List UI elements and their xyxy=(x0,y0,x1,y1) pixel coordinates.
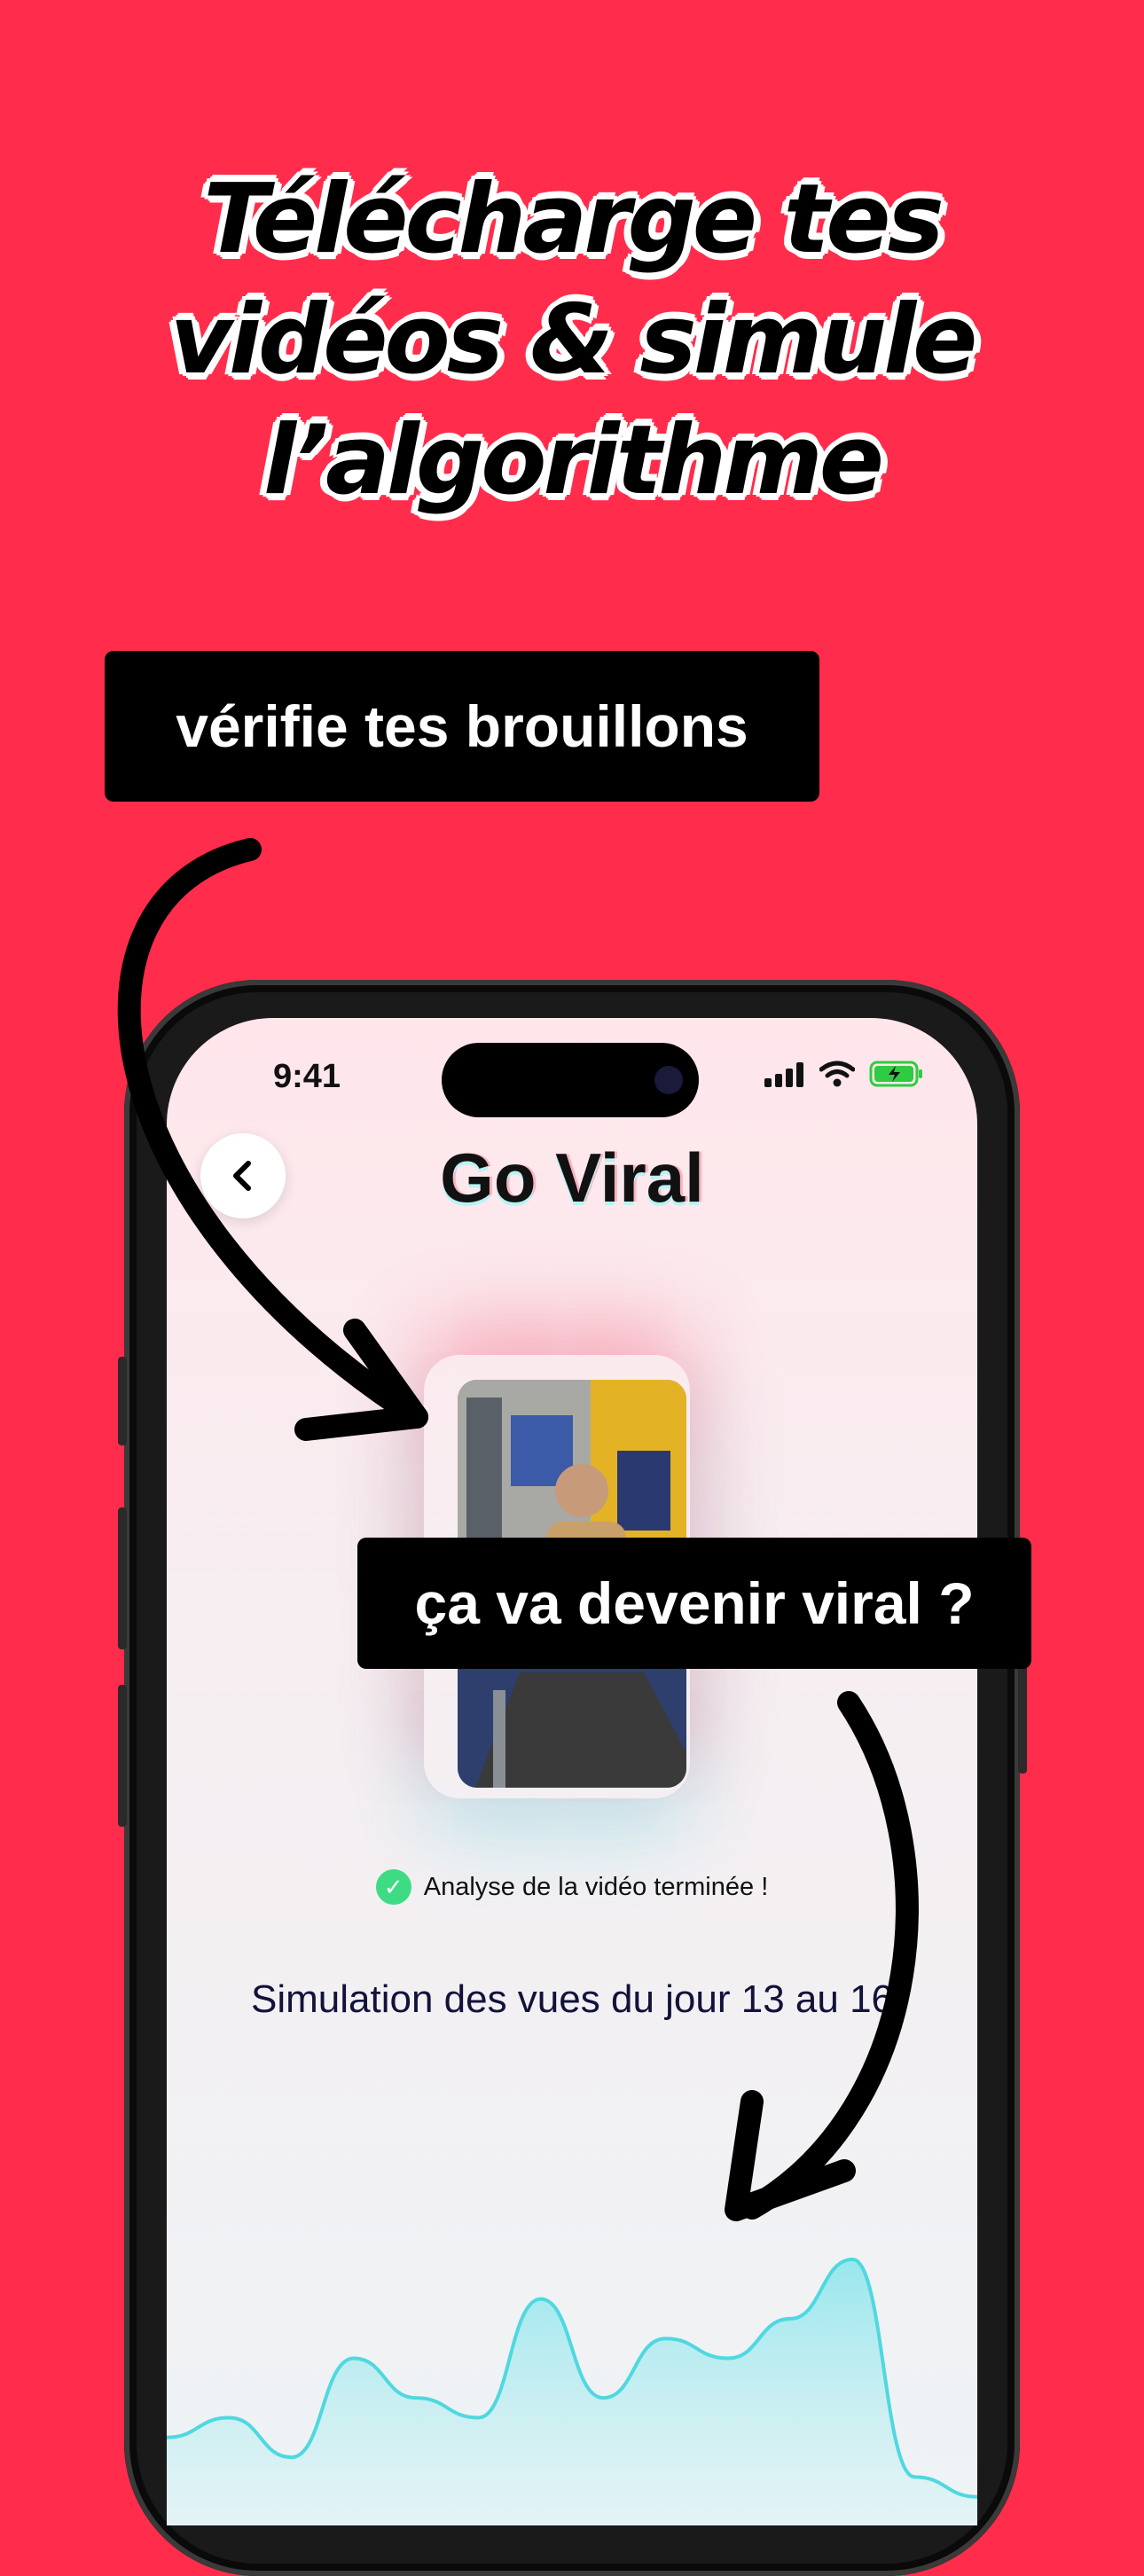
signal-icon xyxy=(764,1062,803,1087)
callout-drafts: vérifie tes brouillons xyxy=(105,651,819,802)
callout-drafts-text: vérifie tes brouillons xyxy=(176,693,748,759)
wifi-icon xyxy=(819,1061,855,1087)
status-time: 9:41 xyxy=(273,1058,341,1095)
headline-line-3: l’algorithme xyxy=(262,405,884,516)
phone-action-button xyxy=(118,1357,127,1445)
callout-viral: ça va devenir viral ? xyxy=(357,1538,1031,1669)
headline-line-1: Télécharge tes xyxy=(203,164,944,275)
phone-screen: 9:41 Go Viral ✓ Analyse de la vidéo term… xyxy=(167,1018,977,2525)
views-chart-area xyxy=(167,2259,977,2525)
status-icons xyxy=(764,1061,924,1087)
analysis-status: ✓ Analyse de la vidéo terminée ! xyxy=(167,1869,977,1905)
simulation-title: Simulation des vues du jour 13 au 16 xyxy=(250,1977,894,2021)
headline-line-2: vidéos & simule xyxy=(169,285,978,395)
phone-volume-down-button xyxy=(118,1685,127,1827)
phone-volume-up-button xyxy=(118,1507,127,1649)
battery-charging-icon xyxy=(869,1061,922,1087)
camera-icon xyxy=(654,1066,683,1094)
views-chart xyxy=(167,2257,977,2525)
callout-viral-text: ça va devenir viral ? xyxy=(414,1570,975,1636)
dynamic-island xyxy=(442,1043,699,1117)
analysis-status-text: Analyse de la vidéo terminée ! xyxy=(423,1872,769,1901)
check-icon: ✓ xyxy=(375,1869,411,1905)
app-title: Go Viral xyxy=(440,1139,704,1217)
headline: Télécharge tes vidéos & simule l’algorit… xyxy=(0,160,1144,521)
